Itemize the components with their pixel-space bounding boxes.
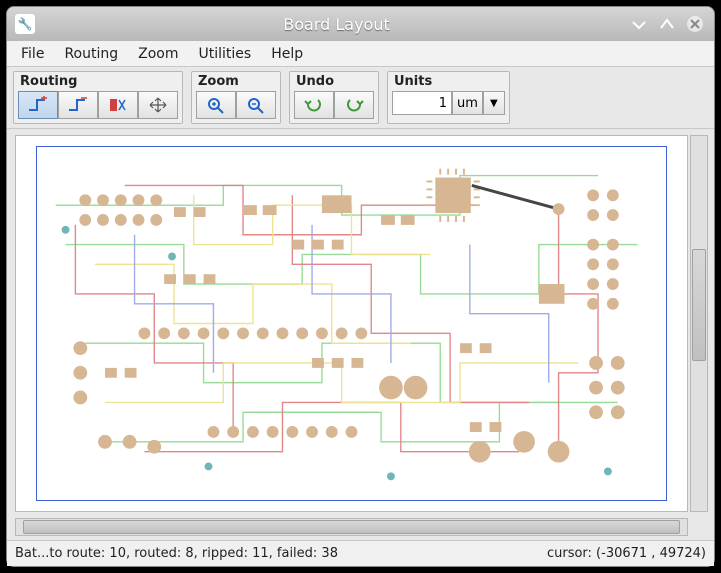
redo-button[interactable]	[334, 91, 374, 119]
menu-help[interactable]: Help	[263, 44, 311, 64]
maximize-icon[interactable]	[658, 15, 676, 33]
menubar: File Routing Zoom Utilities Help	[7, 41, 714, 67]
toolgroup-zoom: Zoom	[191, 71, 281, 124]
toolgroup-units-label: Units	[388, 72, 509, 89]
horizontal-scrollbar-thumb[interactable]	[23, 520, 681, 534]
horizontal-scrollbar[interactable]	[15, 518, 688, 536]
units-select-arrow[interactable]: ▼	[483, 91, 505, 115]
statusbar: Bat...to route: 10, routed: 8, ripped: 1…	[7, 540, 714, 566]
minimize-icon[interactable]	[630, 15, 648, 33]
menu-utilities[interactable]: Utilities	[190, 44, 259, 64]
zoom-out-button[interactable]	[236, 91, 276, 119]
vertical-scrollbar-thumb[interactable]	[692, 249, 706, 362]
toolbar: Routing Zoom Undo Units	[7, 67, 714, 129]
zoom-in-button[interactable]	[196, 91, 236, 119]
status-left: Bat...to route: 10, routed: 8, ripped: 1…	[15, 546, 547, 561]
vertical-scrollbar[interactable]	[690, 135, 708, 512]
toolgroup-routing-label: Routing	[14, 72, 182, 89]
pcb-svg	[36, 146, 667, 501]
status-cursor: cursor: (-30671 , 49724)	[547, 546, 706, 561]
units-select[interactable]: um	[452, 91, 483, 115]
toolgroup-zoom-label: Zoom	[192, 72, 280, 89]
toolgroup-routing: Routing	[13, 71, 183, 124]
toolgroup-undo-label: Undo	[290, 72, 378, 89]
titlebar[interactable]: 🔧 Board Layout	[7, 7, 714, 41]
units-select-value: um	[457, 96, 478, 111]
close-icon[interactable]	[686, 15, 704, 33]
route-add-button[interactable]	[18, 91, 58, 119]
menu-file[interactable]: File	[13, 44, 52, 64]
app-icon: 🔧	[15, 14, 35, 34]
route-move-button[interactable]	[138, 91, 178, 119]
chevron-down-icon: ▼	[490, 98, 498, 109]
pcb-canvas[interactable]	[15, 135, 688, 512]
route-remove-button[interactable]	[58, 91, 98, 119]
undo-button[interactable]	[294, 91, 334, 119]
window-title: Board Layout	[43, 15, 630, 34]
canvas-area	[7, 129, 714, 518]
menu-zoom[interactable]: Zoom	[130, 44, 186, 64]
toolgroup-undo: Undo	[289, 71, 379, 124]
units-value-input[interactable]	[392, 91, 452, 115]
route-autoroute-button[interactable]	[98, 91, 138, 119]
menu-routing[interactable]: Routing	[56, 44, 126, 64]
app-window: 🔧 Board Layout File Routing Zoom Utiliti…	[6, 6, 715, 567]
toolgroup-units: Units um ▼	[387, 71, 510, 124]
